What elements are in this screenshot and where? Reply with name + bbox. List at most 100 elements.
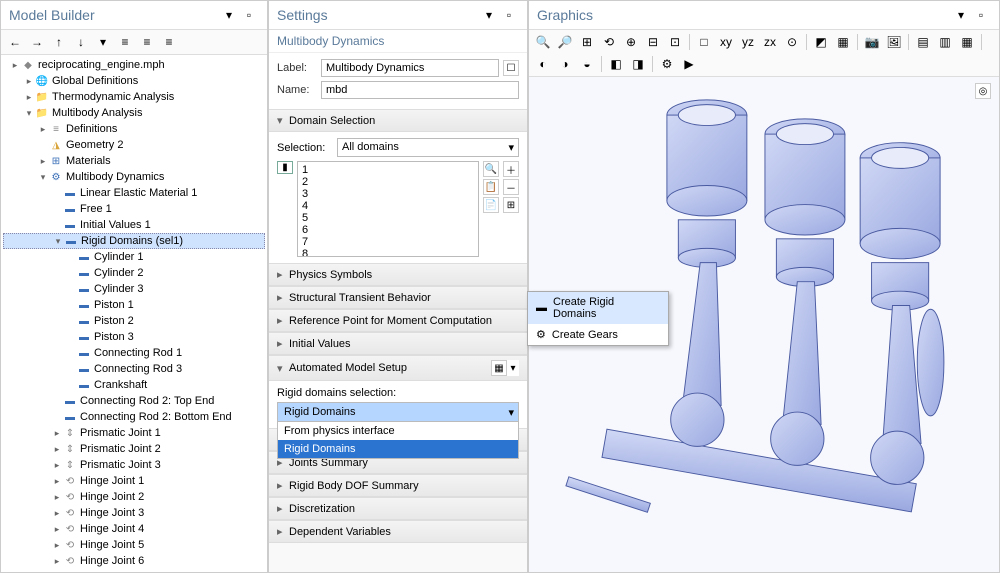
selection-combo[interactable]: All domains ▾: [337, 138, 519, 157]
toolbar-button[interactable]: ↑: [49, 32, 69, 52]
label-field[interactable]: [321, 59, 499, 77]
toolbar-button[interactable]: ↓: [71, 32, 91, 52]
toolbar-button[interactable]: xy: [716, 32, 736, 52]
section-header[interactable]: ▸Initial Values: [269, 332, 527, 355]
toolbar-button[interactable]: ◧: [606, 54, 626, 74]
panel-close-icon[interactable]: ▫: [499, 5, 519, 25]
toolbar-button[interactable]: ◩: [811, 32, 831, 52]
toolbar-button[interactable]: 🔎: [555, 32, 575, 52]
tree-node[interactable]: ▬Connecting Rod 2: Bottom End: [3, 409, 265, 425]
expand-icon[interactable]: ▾: [23, 108, 35, 119]
expand-icon[interactable]: ▸: [51, 444, 63, 455]
tree-node[interactable]: ▬Cylinder 1: [3, 249, 265, 265]
list-item[interactable]: 4: [300, 200, 476, 212]
panel-menu-icon[interactable]: ▾: [479, 5, 499, 25]
toolbar-button[interactable]: ◒: [577, 54, 597, 74]
section-header[interactable]: ▸Dependent Variables: [269, 520, 527, 543]
selection-active-icon[interactable]: ▮: [277, 161, 293, 174]
tree-node[interactable]: ▬Cylinder 3: [3, 281, 265, 297]
automated-action-icon[interactable]: ▦: [491, 360, 507, 376]
tree-node[interactable]: ▬Connecting Rod 1: [3, 345, 265, 361]
section-header[interactable]: ▸Reference Point for Moment Computation: [269, 309, 527, 332]
expand-icon[interactable]: ▸: [51, 492, 63, 503]
toolbar-button[interactable]: ≡: [159, 32, 179, 52]
chevron-down-icon[interactable]: ▾: [507, 360, 519, 376]
tree-node[interactable]: ▸⟲Hinge Joint 4: [3, 521, 265, 537]
tree-node[interactable]: ▬Crankshaft: [3, 377, 265, 393]
tree-node[interactable]: ▸⇕Prismatic Joint 2: [3, 441, 265, 457]
toolbar-button[interactable]: ⊙: [782, 32, 802, 52]
toolbar-button[interactable]: yz: [738, 32, 758, 52]
toolbar-button[interactable]: ▥: [935, 32, 955, 52]
section-header[interactable]: ▸Rigid Body DOF Summary: [269, 474, 527, 497]
dropdown-option[interactable]: Rigid Domains: [278, 440, 518, 458]
toolbar-button[interactable]: →: [27, 32, 47, 52]
list-item[interactable]: 8: [300, 248, 476, 257]
expand-icon[interactable]: ▾: [37, 172, 49, 183]
tree-node[interactable]: ▬Connecting Rod 2: Top End: [3, 393, 265, 409]
tree-node[interactable]: ▬Linear Elastic Material 1: [3, 185, 265, 201]
toolbar-button[interactable]: 🖼: [884, 32, 904, 52]
tree-node[interactable]: ▬Connecting Rod 3: [3, 361, 265, 377]
label-action-icon[interactable]: ☐: [503, 60, 519, 76]
tree-node[interactable]: ▸⇕Prismatic Joint 1: [3, 425, 265, 441]
expand-icon[interactable]: ▸: [51, 524, 63, 535]
list-item[interactable]: 3: [300, 188, 476, 200]
popup-create-gears[interactable]: ⚙ Create Gears: [528, 324, 668, 345]
tree-node[interactable]: ▸⇕Prismatic Joint 3: [3, 457, 265, 473]
panel-menu-icon[interactable]: ▾: [951, 5, 971, 25]
toolbar-button[interactable]: ▾: [93, 32, 113, 52]
toolbar-button[interactable]: ≡: [137, 32, 157, 52]
tree-node[interactable]: ▸⊞Materials: [3, 153, 265, 169]
toolbar-button[interactable]: ⊕: [621, 32, 641, 52]
tree-node[interactable]: ▬Piston 1: [3, 297, 265, 313]
expand-icon[interactable]: ▸: [51, 428, 63, 439]
toolbar-button[interactable]: zx: [760, 32, 780, 52]
tree-node[interactable]: ▬Initial Values 1: [3, 217, 265, 233]
zoom-selection-icon[interactable]: 🔍: [483, 161, 499, 177]
model-tree[interactable]: ▸◆reciprocating_engine.mph▸🌐Global Defin…: [1, 55, 267, 572]
toolbar-button[interactable]: ▶: [679, 54, 699, 74]
tree-node[interactable]: ▸◆reciprocating_engine.mph: [3, 57, 265, 73]
section-domain-selection[interactable]: ▾ Domain Selection: [269, 109, 527, 132]
expand-icon[interactable]: ▸: [51, 476, 63, 487]
tree-node[interactable]: ▸⟲Hinge Joint 5: [3, 537, 265, 553]
name-field[interactable]: [321, 81, 519, 99]
tree-node[interactable]: ▬Free 1: [3, 201, 265, 217]
toolbar-button[interactable]: 🔍: [533, 32, 553, 52]
tree-node[interactable]: ▸⟲Hinge Joint 2: [3, 489, 265, 505]
expand-icon[interactable]: ▸: [23, 76, 35, 87]
expand-icon[interactable]: ▸: [9, 60, 21, 71]
toolbar-button[interactable]: ⊞: [577, 32, 597, 52]
panel-close-icon[interactable]: ▫: [971, 5, 991, 25]
tree-node[interactable]: ▬Piston 2: [3, 313, 265, 329]
expand-icon[interactable]: ▸: [51, 508, 63, 519]
tree-node[interactable]: ▾⚙Multibody Dynamics: [3, 169, 265, 185]
tree-node[interactable]: ▾📁Multibody Analysis: [3, 105, 265, 121]
toolbar-button[interactable]: ←: [5, 32, 25, 52]
rigid-domains-dropdown[interactable]: Rigid Domains ▾ From physics interfaceRi…: [277, 402, 519, 422]
section-header[interactable]: ▸Discretization: [269, 497, 527, 520]
list-item[interactable]: 7: [300, 236, 476, 248]
tree-node[interactable]: ▾▬Rigid Domains (sel1): [3, 233, 265, 249]
toolbar-button[interactable]: ⊡: [665, 32, 685, 52]
panel-close-icon[interactable]: ▫: [239, 5, 259, 25]
tree-node[interactable]: ▬Piston 3: [3, 329, 265, 345]
remove-icon[interactable]: －: [503, 179, 519, 195]
tree-node[interactable]: ◮Geometry 2: [3, 137, 265, 153]
copy-icon[interactable]: 📋: [483, 179, 499, 195]
toolbar-button[interactable]: ◐: [533, 54, 553, 74]
list-item[interactable]: 1: [300, 164, 476, 176]
expand-icon[interactable]: ▸: [51, 460, 63, 471]
expand-icon[interactable]: ▸: [23, 92, 35, 103]
toolbar-button[interactable]: ▦: [957, 32, 977, 52]
toggle-icon[interactable]: ⊞: [503, 197, 519, 213]
tree-node[interactable]: ▸🌐Global Definitions: [3, 73, 265, 89]
add-icon[interactable]: ＋: [503, 161, 519, 177]
toolbar-button[interactable]: ⟲: [599, 32, 619, 52]
domain-list[interactable]: 123456789: [297, 161, 479, 257]
expand-icon[interactable]: ▸: [51, 556, 63, 567]
panel-menu-icon[interactable]: ▾: [219, 5, 239, 25]
toolbar-button[interactable]: ◨: [628, 54, 648, 74]
section-header[interactable]: ▸Structural Transient Behavior: [269, 286, 527, 309]
